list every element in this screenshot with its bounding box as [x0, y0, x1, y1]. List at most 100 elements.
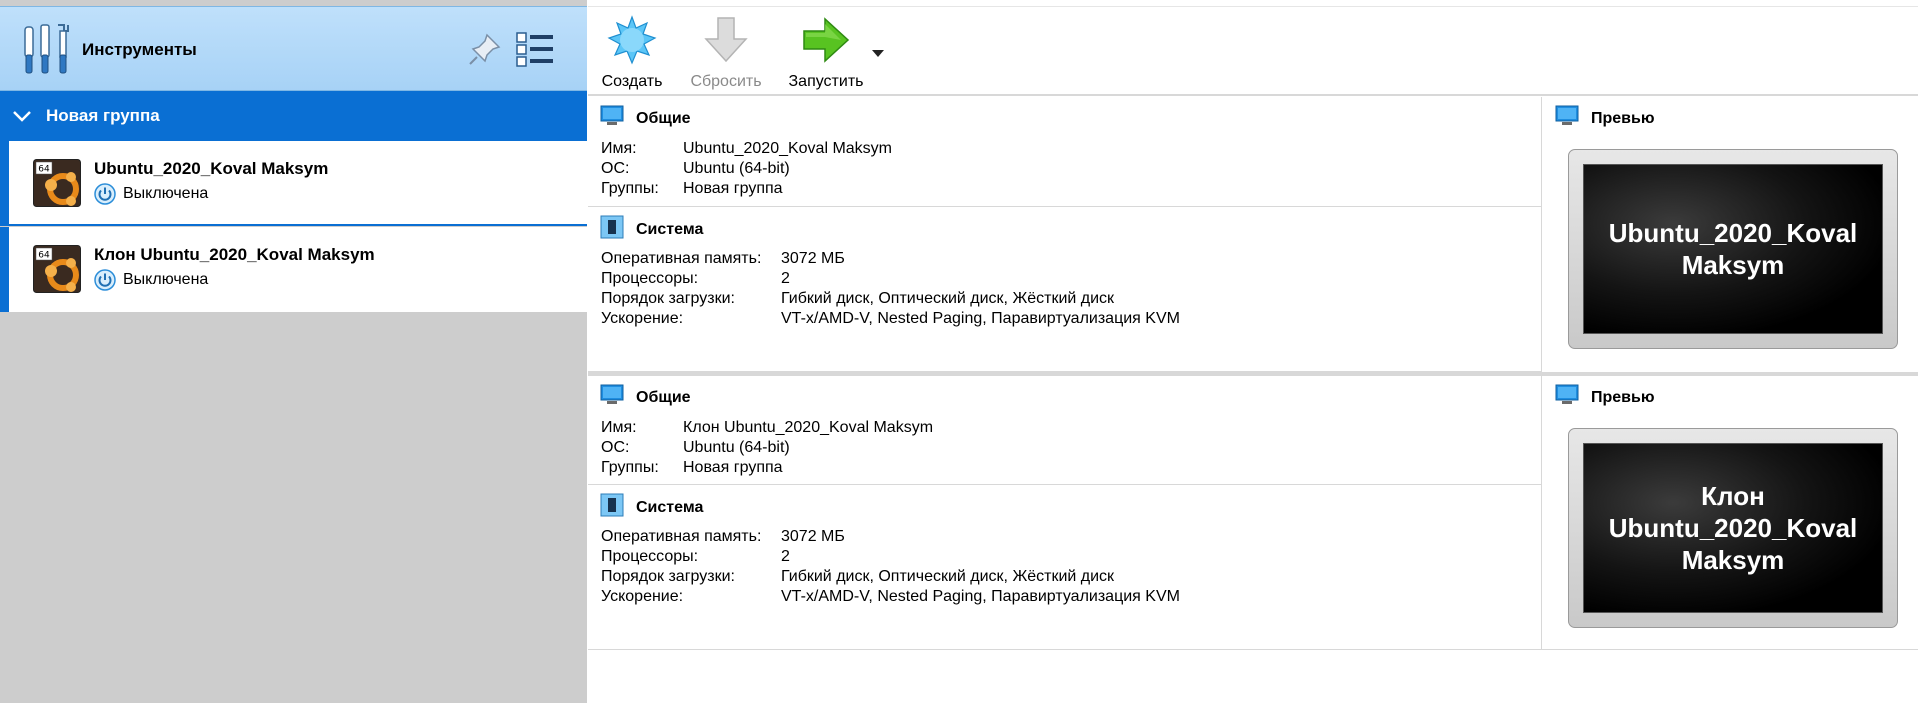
detail-value: Гибкий диск, Оптический диск, Жёсткий ди…	[781, 290, 1115, 307]
power-icon	[94, 183, 116, 210]
detail-row: Процессоры: 2	[601, 547, 1180, 567]
os-badge-text: 64	[38, 251, 50, 261]
tools-header[interactable]: Инструменты	[0, 6, 587, 91]
create-star-icon	[607, 15, 657, 69]
reset-button: Сбросить	[688, 15, 764, 91]
detail-value: VT-x/AMD-V, Nested Paging, Паравиртуализ…	[781, 588, 1180, 605]
detail-row: Оперативная память: 3072 МБ	[601, 249, 1180, 269]
detail-key: Оперативная память:	[601, 250, 762, 267]
create-label: Создать	[601, 73, 663, 90]
system-section: Система Оперативная память: 3072 МБ Проце…	[588, 207, 1541, 372]
start-arrow-right-icon	[801, 17, 851, 69]
group-header[interactable]: Новая группа	[0, 91, 587, 141]
detail-value: Ubuntu (64-bit)	[683, 160, 790, 177]
detail-key: ОС:	[601, 160, 630, 177]
detail-row: Ускорение: VT-x/AMD-V, Nested Paging, Пар…	[601, 309, 1180, 329]
power-icon	[94, 269, 116, 296]
detail-value: 3072 МБ	[781, 250, 845, 267]
vm-list-item[interactable]: 64 Ubuntu_2020_Koval Maksym Выключена	[0, 141, 587, 226]
detail-key: Порядок загрузки:	[601, 290, 735, 307]
system-title: Система	[636, 498, 704, 516]
general-section: Общие Имя: Ubuntu_2020_Koval Maksym ОС: Ub…	[588, 97, 1541, 207]
detail-row: Имя: Клон Ubuntu_2020_Koval Maksym	[601, 418, 933, 438]
detail-row: Процессоры: 2	[601, 269, 1180, 289]
detail-key: Процессоры:	[601, 548, 699, 565]
chevron-down-icon[interactable]	[12, 107, 32, 130]
system-rows: Оперативная память: 3072 МБ Процессоры: 2 …	[601, 527, 1180, 607]
vm-list-item[interactable]: 64 Клон Ubuntu_2020_Koval Maksym Выключе…	[0, 227, 587, 312]
preview-screen: Ubuntu_2020_Koval Maksym	[1583, 164, 1883, 334]
detail-value: 2	[781, 548, 790, 565]
pin-icon[interactable]	[467, 31, 503, 72]
detail-key: Ускорение:	[601, 588, 684, 605]
detail-key: Оперативная память:	[601, 528, 762, 545]
detail-row: Порядок загрузки: Гибкий диск, Оптический…	[601, 567, 1180, 587]
system-header[interactable]: Система	[600, 215, 703, 244]
detail-value: Новая группа	[683, 459, 783, 476]
ubuntu-64-icon: 64	[33, 159, 81, 212]
tools-icon	[22, 23, 70, 80]
preview-frame: Ubuntu_2020_Koval Maksym	[1568, 149, 1898, 349]
detail-row: Порядок загрузки: Гибкий диск, Оптический…	[601, 289, 1180, 309]
reset-label: Сбросить	[690, 73, 762, 90]
details-sections: Общие Имя: Ubuntu_2020_Koval Maksym ОС: Ub…	[588, 97, 1542, 372]
detail-row: Группы: Новая группа	[601, 179, 892, 199]
detail-key: Имя:	[601, 140, 637, 157]
general-header[interactable]: Общие	[600, 384, 691, 411]
chip-icon	[600, 215, 624, 244]
general-header[interactable]: Общие	[600, 105, 691, 132]
vm-name: Клон Ubuntu_2020_Koval Maksym	[94, 245, 375, 264]
detail-row: Ускорение: VT-x/AMD-V, Nested Paging, Пар…	[601, 587, 1180, 607]
details-sections: Общие Имя: Клон Ubuntu_2020_Koval Maksym …	[588, 376, 1542, 650]
system-title: Система	[636, 220, 704, 238]
detail-value: Клон Ubuntu_2020_Koval Maksym	[683, 419, 934, 436]
start-label: Запустить	[788, 73, 864, 90]
preview-screen: Клон Ubuntu_2020_Koval Maksym	[1583, 443, 1883, 613]
detail-key: Процессоры:	[601, 270, 699, 287]
start-button[interactable]: Запустить	[781, 15, 871, 91]
detail-row: ОС: Ubuntu (64-bit)	[601, 159, 892, 179]
selection-accent	[0, 141, 9, 226]
detail-value: Ubuntu_2020_Koval Maksym	[683, 140, 893, 157]
preview-title: Превью	[1591, 388, 1655, 406]
vm-list-pane: Инструменты Новая группа 64 Ubuntu_2020_…	[0, 0, 587, 703]
preview-frame: Клон Ubuntu_2020_Koval Maksym	[1568, 428, 1898, 628]
vm-details-panel: Общие Имя: Клон Ubuntu_2020_Koval Maksym …	[588, 376, 1918, 650]
preview-header[interactable]: Превью	[1555, 384, 1655, 411]
detail-key: Группы:	[601, 459, 659, 476]
detail-value: Новая группа	[683, 180, 783, 197]
vm-state: Выключена	[123, 185, 209, 202]
monitor-icon	[600, 384, 624, 411]
detail-value: 3072 МБ	[781, 528, 845, 545]
system-section: Система Оперативная память: 3072 МБ Проце…	[588, 485, 1541, 650]
ubuntu-64-icon: 64	[33, 245, 81, 298]
detail-row: ОС: Ubuntu (64-bit)	[601, 438, 933, 458]
detail-key: Имя:	[601, 419, 637, 436]
general-section: Общие Имя: Клон Ubuntu_2020_Koval Maksym …	[588, 376, 1541, 485]
detail-value: VT-x/AMD-V, Nested Paging, Паравиртуализ…	[781, 310, 1180, 327]
preview-header[interactable]: Превью	[1555, 105, 1655, 132]
detail-value: Гибкий диск, Оптический диск, Жёсткий ди…	[781, 568, 1115, 585]
detail-value: Ubuntu (64-bit)	[683, 439, 790, 456]
start-dropdown-arrow-icon[interactable]	[871, 45, 885, 63]
vm-name: Ubuntu_2020_Koval Maksym	[94, 159, 329, 178]
detail-row: Оперативная память: 3072 МБ	[601, 527, 1180, 547]
list-view-icon[interactable]	[515, 31, 555, 74]
system-rows: Оперативная память: 3072 МБ Процессоры: 2 …	[601, 249, 1180, 329]
virtualbox-manager-window: Инструменты Новая группа 64 Ubuntu_2020_…	[0, 0, 1918, 703]
create-button[interactable]: Создать	[600, 15, 664, 91]
monitor-icon	[600, 105, 624, 132]
general-rows: Имя: Клон Ubuntu_2020_Koval Maksym ОС: Ubu…	[601, 418, 933, 478]
tools-title: Инструменты	[82, 40, 197, 59]
general-title: Общие	[636, 388, 691, 406]
monitor-icon	[1555, 105, 1579, 132]
system-header[interactable]: Система	[600, 493, 703, 522]
detail-key: Порядок загрузки:	[601, 568, 735, 585]
detail-key: Ускорение:	[601, 310, 684, 327]
vm-state: Выключена	[123, 271, 209, 288]
preview-title: Превью	[1591, 109, 1655, 127]
detail-value: 2	[781, 270, 790, 287]
general-title: Общие	[636, 109, 691, 127]
monitor-icon	[1555, 384, 1579, 411]
detail-key: Группы:	[601, 180, 659, 197]
